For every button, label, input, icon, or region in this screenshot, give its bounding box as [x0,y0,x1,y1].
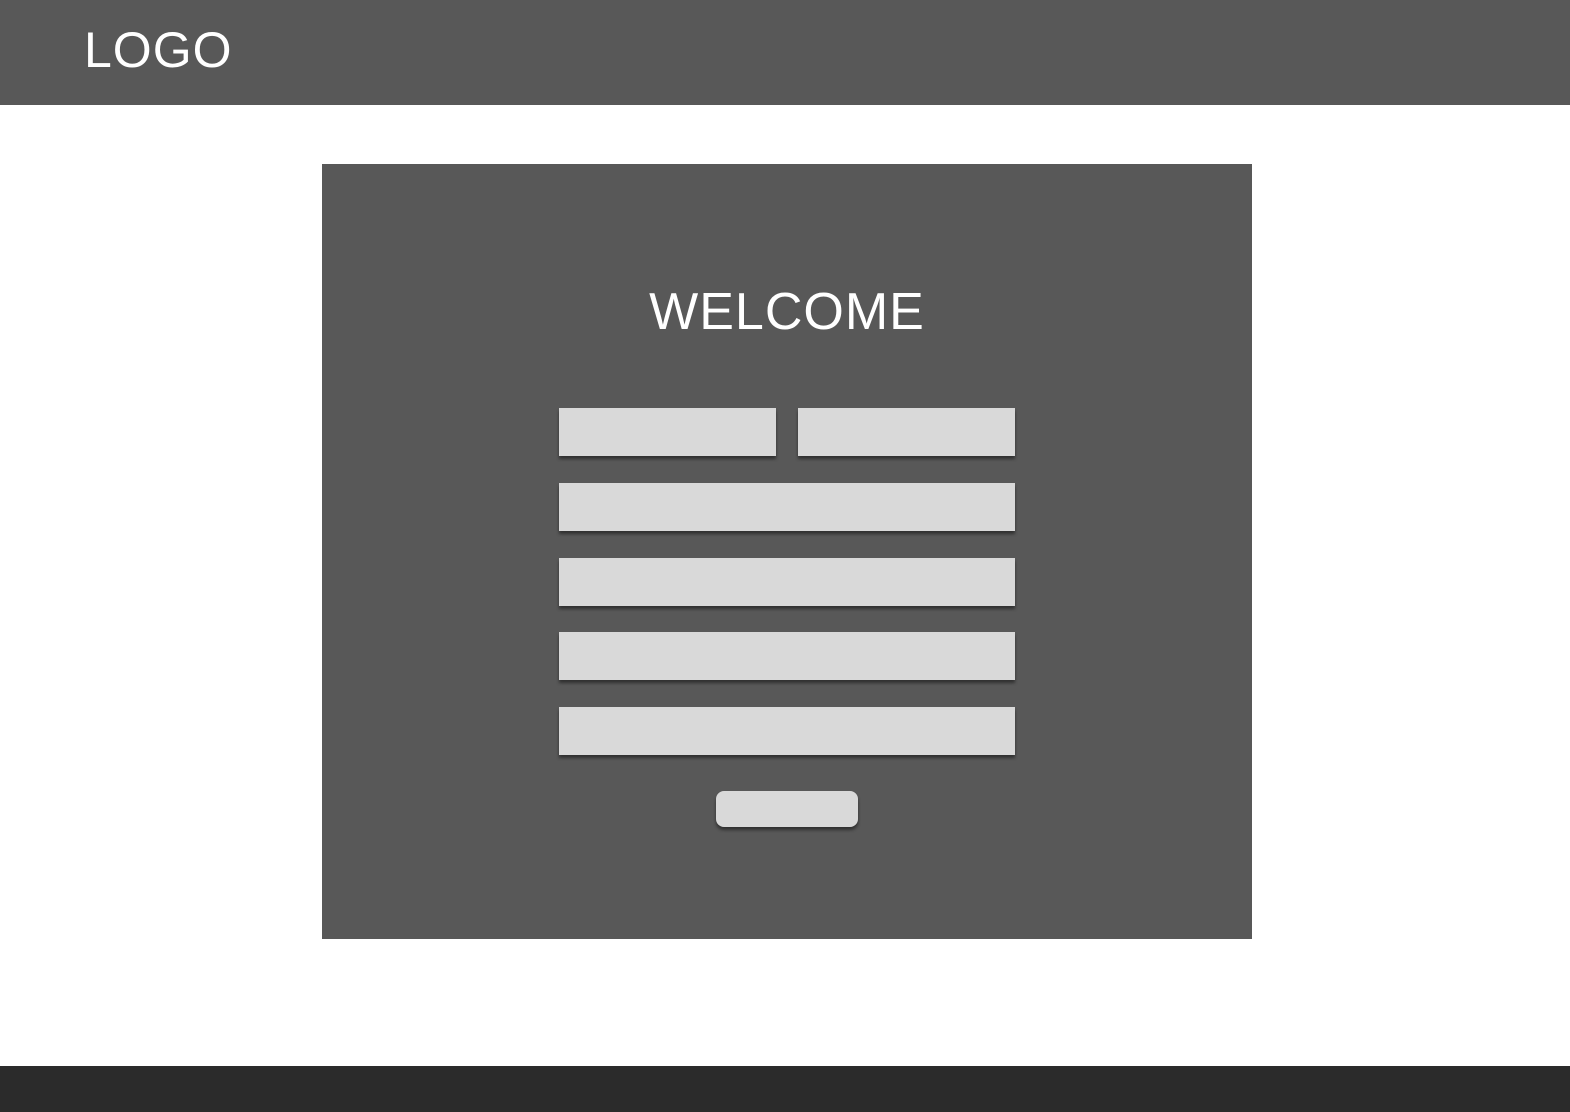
last-name-field[interactable] [798,408,1015,456]
welcome-form-card: WELCOME [322,164,1252,939]
form-field-6[interactable] [559,707,1015,755]
logo[interactable]: LOGO [84,22,232,78]
footer [0,1066,1570,1112]
form-title: WELCOME [649,283,925,341]
page: LOGO WELCOME [0,0,1570,1112]
form-field-4[interactable] [559,558,1015,606]
form-field-3[interactable] [559,483,1015,531]
first-name-field[interactable] [559,408,776,456]
header: LOGO [0,0,1570,105]
submit-button[interactable] [716,791,858,827]
form-field-5[interactable] [559,632,1015,680]
